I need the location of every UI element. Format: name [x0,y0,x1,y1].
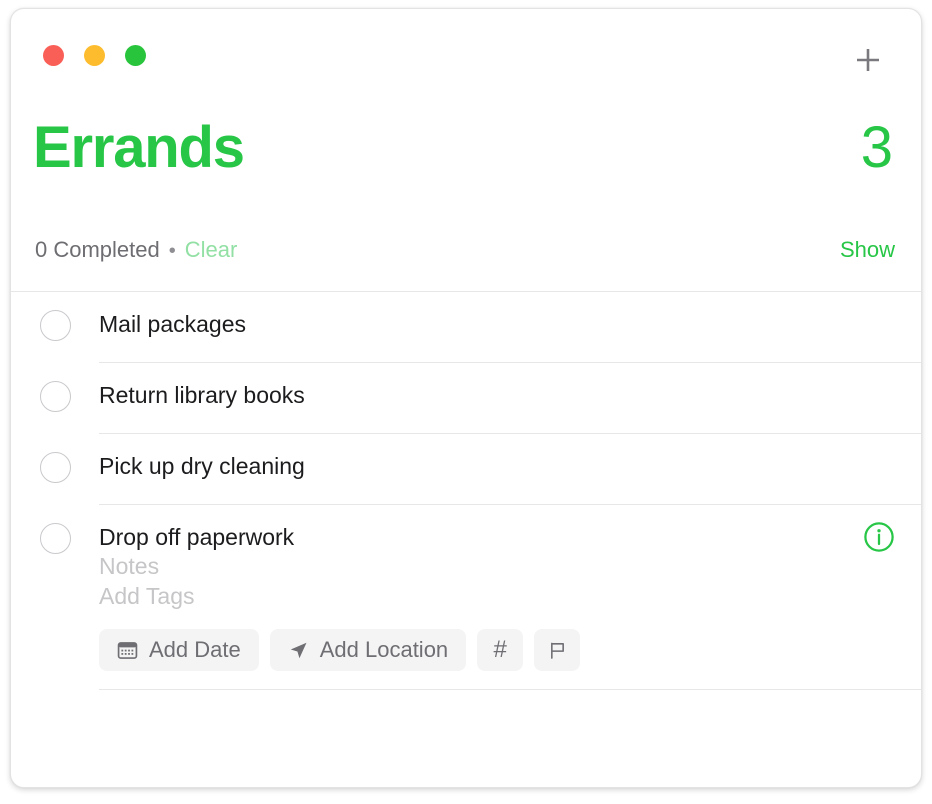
task-content: Mail packages [99,292,921,338]
info-circle-icon [863,521,895,553]
list-header: Errands 3 0 Completed • Clear Show [11,109,921,269]
maximize-button[interactable] [125,45,146,66]
close-button[interactable] [43,45,64,66]
flag-button[interactable] [534,629,581,671]
task-action-chips: Add Date Add Location # [99,629,893,671]
task-title[interactable]: Mail packages [99,310,893,338]
location-arrow-icon [288,640,309,661]
task-content: Pick up dry cleaning [99,434,921,480]
task-title[interactable]: Drop off paperwork [99,523,893,551]
list-bottom-divider [99,689,921,690]
hashtag-icon: # [493,636,507,663]
task-checkbox[interactable] [39,452,71,483]
list-meta-row: 0 Completed • Clear Show [35,237,895,263]
task-title[interactable]: Pick up dry cleaning [99,452,893,480]
minimize-button[interactable] [84,45,105,66]
add-date-label: Add Date [149,637,241,662]
task-title[interactable]: Return library books [99,381,893,409]
task-checkbox[interactable] [39,381,71,412]
traffic-light-controls [43,45,146,66]
add-tag-button[interactable]: # [477,629,524,671]
reminder-count: 3 [860,115,893,180]
task-content: Drop off paperwork Notes Add Tags Add Da… [99,505,921,689]
notes-input[interactable]: Notes [99,551,893,581]
task-info-button[interactable] [863,521,895,553]
show-completed-link[interactable]: Show [840,237,895,263]
task-checkbox[interactable] [39,523,71,554]
clear-completed-link[interactable]: Clear [185,237,238,263]
meta-separator: • [168,240,176,262]
plus-icon [853,45,883,75]
table-row[interactable]: Mail packages [11,292,921,362]
add-date-button[interactable]: Add Date [99,629,259,671]
reminder-list: Mail packages Return library books Pick … [11,291,921,690]
task-checkbox[interactable] [39,310,71,341]
add-location-button[interactable]: Add Location [269,629,467,671]
tags-input[interactable]: Add Tags [99,581,893,611]
task-content: Return library books [99,363,921,409]
checkbox-cell [11,434,99,483]
add-location-label: Add Location [319,637,449,662]
add-reminder-button[interactable] [845,37,891,83]
table-row-expanded[interactable]: Drop off paperwork Notes Add Tags Add Da… [11,505,921,689]
checkbox-cell [11,363,99,412]
completed-group: 0 Completed • Clear [35,237,237,263]
table-row[interactable]: Return library books [11,363,921,433]
table-row[interactable]: Pick up dry cleaning [11,434,921,504]
reminders-window: Errands 3 0 Completed • Clear Show Mail … [10,8,922,788]
page-title: Errands [33,115,245,180]
flag-icon [547,640,568,661]
completed-count-label: 0 Completed [35,237,160,262]
checkbox-cell [11,292,99,341]
checkbox-cell [11,505,99,554]
calendar-icon [117,640,138,661]
app-screenshot: Errands 3 0 Completed • Clear Show Mail … [0,0,932,804]
window-titlebar [11,9,921,105]
